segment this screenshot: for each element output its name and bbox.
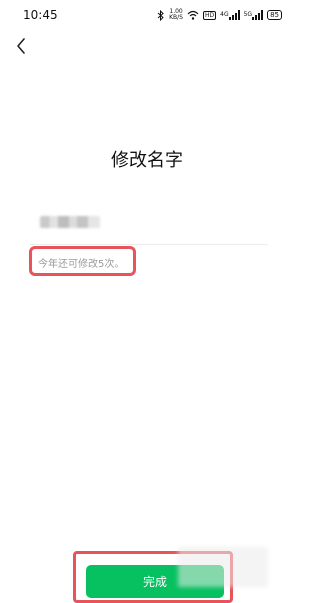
network-speed-unit: KB/S [169,14,183,21]
battery-icon: 85 [267,10,282,20]
signal-bars-1 [228,10,240,20]
watermark-overlay [178,547,268,587]
network-speed: 1.00 KB/S [169,9,183,21]
signal-bars-2 [252,10,264,20]
signal-1-label: 4G [220,11,229,18]
remaining-changes-hint: 今年还可修改5次。 [38,259,125,270]
back-button[interactable] [12,36,30,56]
wifi-icon [187,10,199,20]
name-input[interactable] [30,208,268,245]
status-time: 10:45 [23,8,58,22]
signal-icon-1: 4G [220,10,240,20]
status-bar: 10:45 1.00 KB/S HD 4G 5G 85 [0,0,294,30]
obscured-name-value [40,216,100,228]
status-icons: 1.00 KB/S HD 4G 5G 85 [157,6,282,24]
chevron-left-icon [17,38,25,54]
bluetooth-icon [157,9,165,21]
page-title: 修改名字 [111,150,183,171]
hd-badge: HD [203,10,217,20]
signal-2-label: 5G [243,11,253,18]
signal-icon-2: 5G [243,10,264,20]
